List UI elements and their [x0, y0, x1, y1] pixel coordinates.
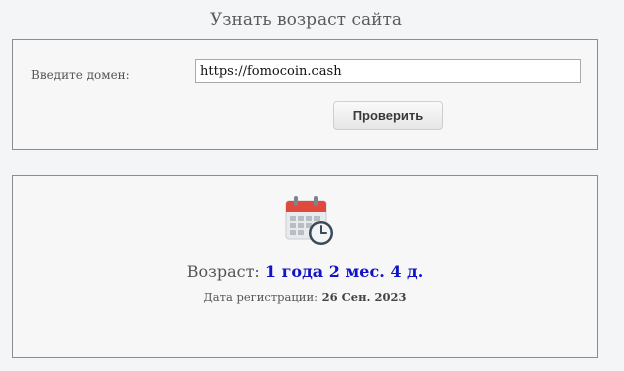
age-label: Возраст:: [186, 262, 260, 281]
domain-form-panel: Введите домен: Проверить: [12, 39, 598, 150]
registration-label: Дата регистрации:: [203, 290, 318, 304]
registration-date: 26 Сен. 2023: [321, 290, 407, 304]
age-line: Возраст: 1 года 2 мес. 4 д.: [13, 262, 597, 281]
age-value: 1 года 2 мес. 4 д.: [264, 262, 424, 281]
domain-input[interactable]: [195, 59, 581, 83]
registration-line: Дата регистрации: 26 Сен. 2023: [13, 290, 597, 304]
page-title: Узнать возраст сайта: [209, 10, 403, 30]
check-button[interactable]: Проверить: [333, 101, 443, 130]
domain-label: Введите домен:: [31, 68, 130, 82]
calendar-clock-icon: [285, 196, 333, 245]
result-panel: Возраст: 1 года 2 мес. 4 д. Дата регистр…: [12, 175, 598, 358]
